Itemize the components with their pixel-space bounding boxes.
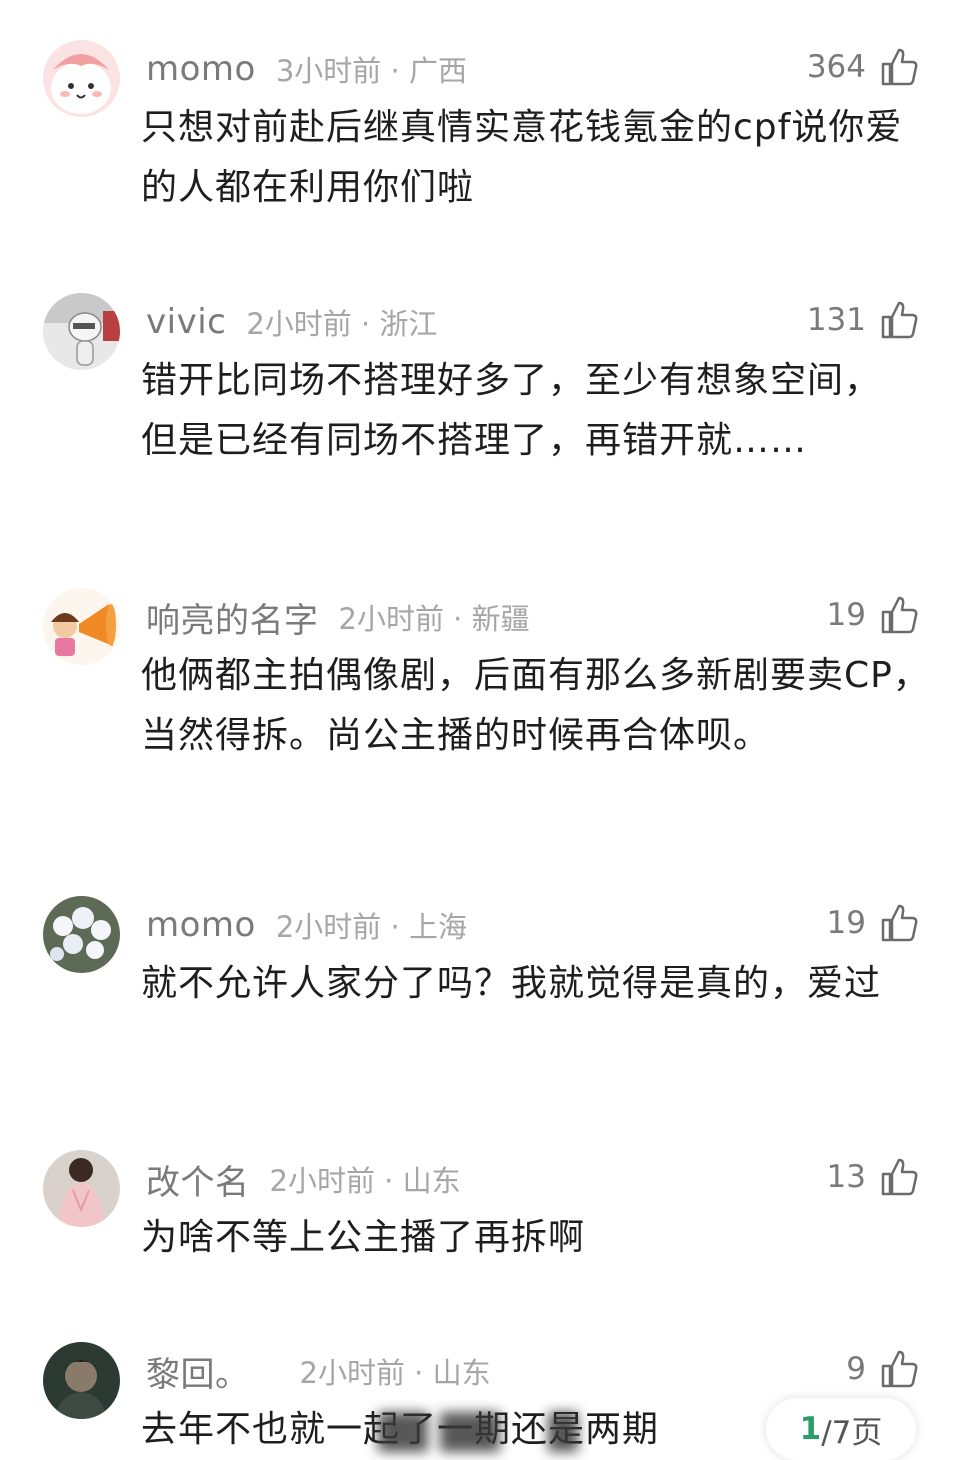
thumbs-up-icon[interactable] (878, 1348, 920, 1390)
comment-text: 就不允许人家分了吗？我就觉得是真的，爱过 (141, 963, 882, 1004)
comment-meta: 改个名 2小时前 · 山东 (146, 1155, 461, 1204)
time-location: 2小时前 · 新疆 (338, 602, 530, 636)
thumbs-up-icon[interactable] (878, 594, 920, 636)
username[interactable]: momo (146, 49, 256, 89)
comment-meta: vivic 2小时前 · 浙江 (146, 299, 437, 345)
comment-text: 只想对前赴后继真情实意花钱氪金的cpf说你爱的人都在利用你们啦 (141, 107, 903, 208)
time-location: 2小时前 · 山东 (269, 1164, 461, 1198)
thumbs-up-icon[interactable] (878, 902, 920, 944)
comment-meta: 响亮的名字 2小时前 · 新疆 (146, 593, 530, 642)
like-count: 364 (806, 49, 866, 85)
thumbs-up-icon[interactable] (878, 46, 920, 88)
like-button[interactable]: 364 (807, 44, 920, 90)
avatar[interactable] (43, 40, 120, 117)
comment-meta: 黎回。 2小时前 · 山东 (146, 1347, 491, 1396)
avatar[interactable] (43, 1150, 120, 1227)
username[interactable]: vivic (146, 302, 226, 342)
like-count: 131 (806, 302, 866, 338)
thumbs-up-icon[interactable] (878, 1156, 920, 1198)
like-count: 13 (826, 1159, 866, 1195)
like-button[interactable]: 19 (827, 592, 920, 638)
thumbs-up-icon[interactable] (878, 299, 920, 341)
avatar[interactable] (43, 293, 120, 370)
page-indicator[interactable]: 1/7页 (766, 1398, 916, 1460)
like-button[interactable]: 131 (807, 297, 920, 343)
like-count: 19 (826, 597, 866, 633)
redaction-blur (378, 1412, 428, 1452)
comment-text: 错开比同场不搭理好多了，至少有想象空间，但是已经有同场不搭理了，再错开就…… (141, 360, 882, 461)
like-button[interactable]: 19 (827, 900, 920, 946)
username[interactable]: 黎回。 (146, 1347, 250, 1396)
page-current: 1 (799, 1411, 822, 1447)
redaction-blur (440, 1412, 500, 1452)
comment-meta: momo 3小时前 · 广西 (146, 46, 467, 92)
comment-text: 为啥不等上公主播了再拆啊 (141, 1217, 586, 1258)
page-total: /7页 (821, 1414, 883, 1451)
comment-text: 他俩都主拍偶像剧，后面有那么多新剧要卖CP，当然得拆。尚公主播的时候再合体呗。 (141, 655, 930, 756)
username[interactable]: momo (146, 905, 256, 945)
redaction-blur (548, 1412, 578, 1452)
time-location: 2小时前 · 浙江 (246, 307, 438, 341)
time-location: 3小时前 · 广西 (275, 54, 467, 88)
username[interactable]: 响亮的名字 (146, 593, 319, 642)
username[interactable]: 改个名 (146, 1155, 250, 1204)
avatar[interactable] (43, 588, 120, 665)
time-location: 2小时前 · 上海 (275, 910, 467, 944)
avatar[interactable] (43, 896, 120, 973)
like-count: 19 (826, 905, 866, 941)
avatar[interactable] (43, 1342, 120, 1419)
like-button[interactable]: 13 (827, 1154, 920, 1200)
like-button[interactable]: 9 (846, 1346, 920, 1392)
like-count: 9 (846, 1351, 866, 1387)
time-location: 2小时前 · 山东 (299, 1356, 491, 1390)
comment-meta: momo 2小时前 · 上海 (146, 902, 467, 948)
